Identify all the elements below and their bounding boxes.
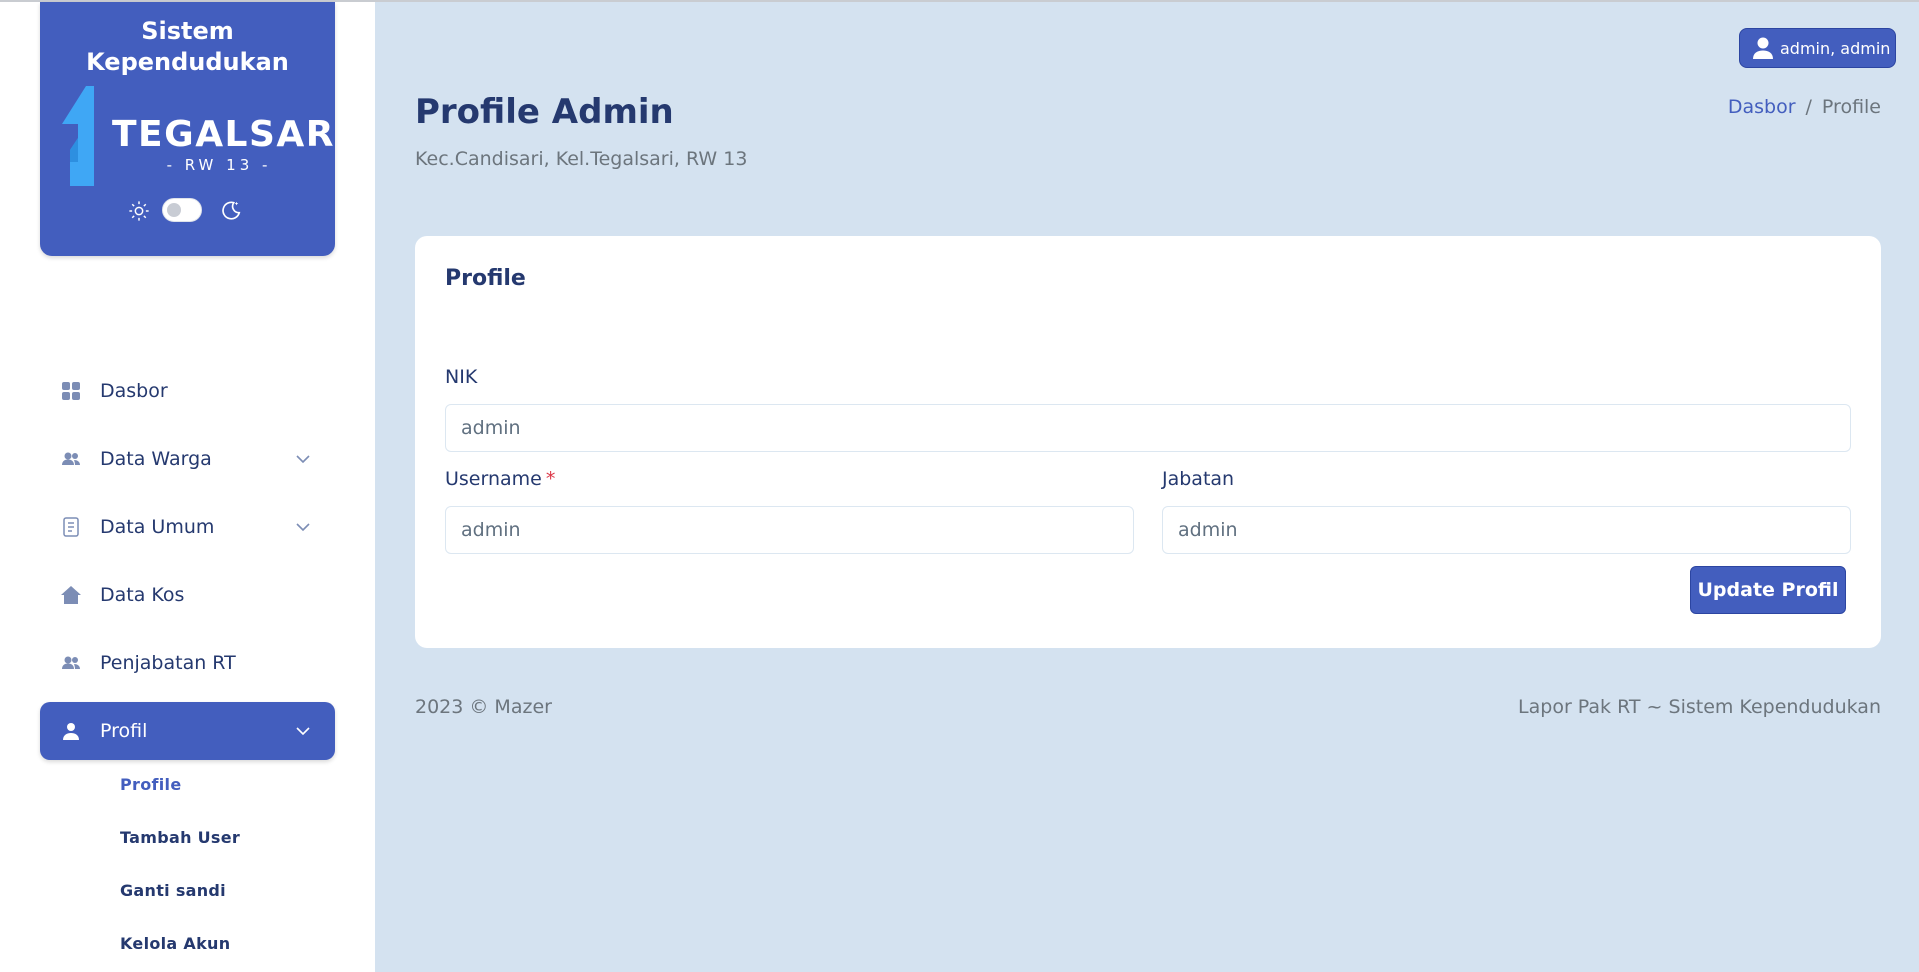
- sidebar-item-dasbor[interactable]: Dasbor: [40, 362, 335, 420]
- submenu-item-profile[interactable]: Profile: [120, 770, 350, 823]
- required-mark: *: [545, 468, 556, 490]
- chevron-down-icon: [296, 523, 310, 532]
- sidebar-item-data-umum[interactable]: Data Umum: [40, 498, 335, 556]
- page-subtitle: Kec.Candisari, Kel.Tegalsari, RW 13: [415, 148, 748, 170]
- submenu-item-ganti-sandi[interactable]: Ganti sandi: [120, 876, 350, 929]
- submenu-item-tambah-user[interactable]: Tambah User: [120, 823, 350, 876]
- submenu-item-kelola-akun[interactable]: Kelola Akun: [120, 929, 350, 972]
- jabatan-label: Jabatan: [1162, 468, 1235, 490]
- sidebar-item-penjabatan-rt[interactable]: Penjabatan RT: [40, 634, 335, 692]
- card-title: Profile: [445, 266, 526, 291]
- brand-title-line1: Sistem: [141, 17, 234, 45]
- sidebar-item-label: Profil: [100, 720, 148, 742]
- user-label: admin, admin: [1780, 38, 1891, 58]
- sidebar-menu: Dasbor Data Warga Data Umum Data Kos Pen…: [40, 362, 335, 770]
- brand-title-line2: Kependudukan: [86, 48, 289, 76]
- nik-field[interactable]: [445, 404, 1851, 452]
- sidebar-item-label: Data Kos: [100, 584, 185, 606]
- sidebar-item-label: Dasbor: [100, 380, 168, 402]
- sidebar-item-label: Penjabatan RT: [100, 652, 236, 674]
- logo-arrow-icon: [62, 86, 94, 186]
- sidebar-item-data-warga[interactable]: Data Warga: [40, 430, 335, 488]
- breadcrumb-current: Profile: [1821, 96, 1881, 118]
- sidebar-item-label: Data Umum: [100, 516, 215, 538]
- user-menu-button[interactable]: admin, admin: [1739, 28, 1896, 68]
- jabatan-field[interactable]: [1162, 506, 1851, 554]
- chevron-down-icon: [296, 727, 310, 736]
- grid-icon: [62, 382, 80, 400]
- chevron-down-icon: [296, 455, 310, 464]
- moon-icon: [222, 201, 241, 220]
- nik-label: NIK: [445, 366, 478, 388]
- sidebar: Sistem Kependudukan TEGALSARI - RW 13 -: [0, 2, 375, 972]
- person-icon: [63, 723, 79, 740]
- profile-card: Profile NIK Username* Jabatan Update Pro…: [415, 236, 1881, 648]
- logo-subtext: - RW 13 -: [166, 156, 272, 174]
- document-icon: [63, 517, 79, 537]
- theme-switch[interactable]: [162, 198, 202, 222]
- breadcrumb: Dasbor / Profile: [1728, 96, 1881, 118]
- people-icon: [62, 452, 80, 465]
- brand-title: Sistem Kependudukan: [40, 16, 335, 78]
- brand-card: Sistem Kependudukan TEGALSARI - RW 13 -: [40, 2, 348, 256]
- update-profil-button[interactable]: Update Profil: [1690, 566, 1846, 614]
- username-label: Username *: [445, 468, 555, 490]
- logo-text: TEGALSARI: [112, 114, 350, 155]
- footer-copyright: 2023 © Mazer: [415, 696, 552, 718]
- tegalsari-logo[interactable]: TEGALSARI - RW 13 -: [62, 86, 348, 186]
- people-icon: [62, 656, 80, 669]
- theme-toggle: [128, 196, 248, 226]
- sidebar-item-label: Data Warga: [100, 448, 212, 470]
- footer-tagline: Lapor Pak RT ~ Sistem Kependudukan: [1518, 696, 1881, 718]
- profil-submenu: Profile Tambah User Ganti sandi Kelola A…: [120, 770, 350, 972]
- sidebar-item-data-kos[interactable]: Data Kos: [40, 566, 335, 624]
- sidebar-item-profil[interactable]: Profil: [40, 702, 335, 760]
- username-label-text: Username: [445, 468, 542, 490]
- user-icon: [1753, 37, 1773, 59]
- page-title: Profile Admin: [415, 92, 674, 132]
- house-icon: [61, 586, 81, 604]
- breadcrumb-link-dasbor[interactable]: Dasbor: [1728, 96, 1796, 118]
- breadcrumb-separator: /: [1805, 96, 1812, 118]
- username-field[interactable]: [445, 506, 1134, 554]
- sun-icon: [129, 201, 149, 221]
